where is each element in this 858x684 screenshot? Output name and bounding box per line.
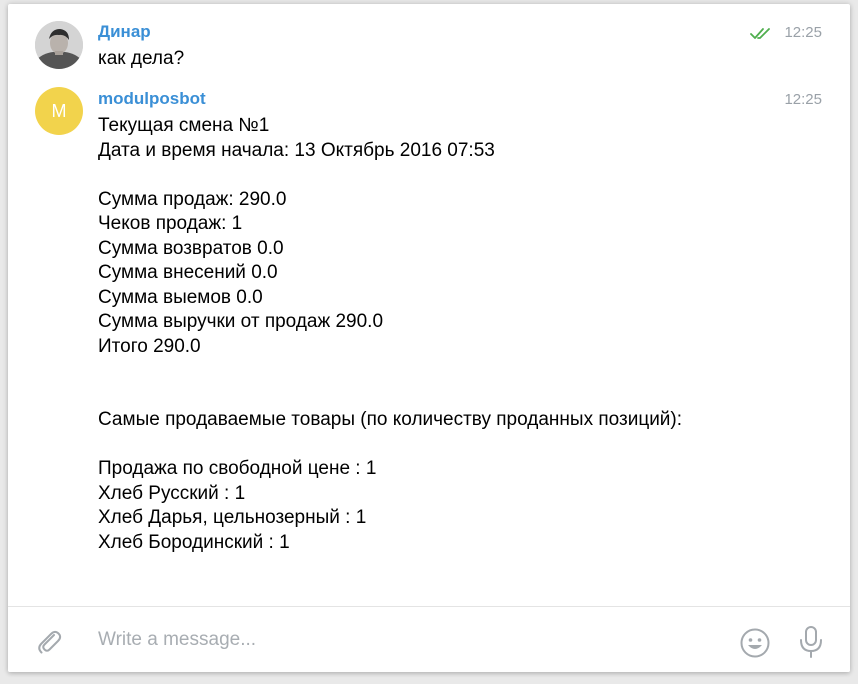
avatar-letter: M [51, 101, 67, 121]
message-item: Динар 12:25 как дела? [8, 4, 850, 84]
message-composer [8, 606, 850, 672]
message-text: Текущая смена №1 Дата и время начала: 13… [98, 115, 683, 553]
double-check-icon [750, 28, 770, 39]
paperclip-icon[interactable] [34, 627, 64, 657]
message-time: 12:25 [784, 91, 822, 108]
message-list[interactable]: Динар 12:25 как дела? M modulposbot 12:2… [8, 4, 850, 606]
message-text: как дела? [98, 48, 185, 69]
message-input[interactable] [98, 627, 698, 653]
avatar[interactable] [35, 21, 83, 69]
message-item: M modulposbot 12:25 Текущая смена №1 Дат… [8, 84, 850, 564]
chat-window: Динар 12:25 как дела? M modulposbot 12:2… [8, 4, 850, 672]
user-photo-icon [35, 21, 83, 69]
message-time: 12:25 [784, 24, 822, 41]
microphone-icon[interactable] [798, 625, 824, 659]
sender-name[interactable]: Динар [98, 22, 151, 42]
sender-name[interactable]: modulposbot [98, 89, 206, 109]
avatar[interactable]: M [35, 87, 83, 135]
smiley-icon[interactable] [739, 627, 771, 659]
